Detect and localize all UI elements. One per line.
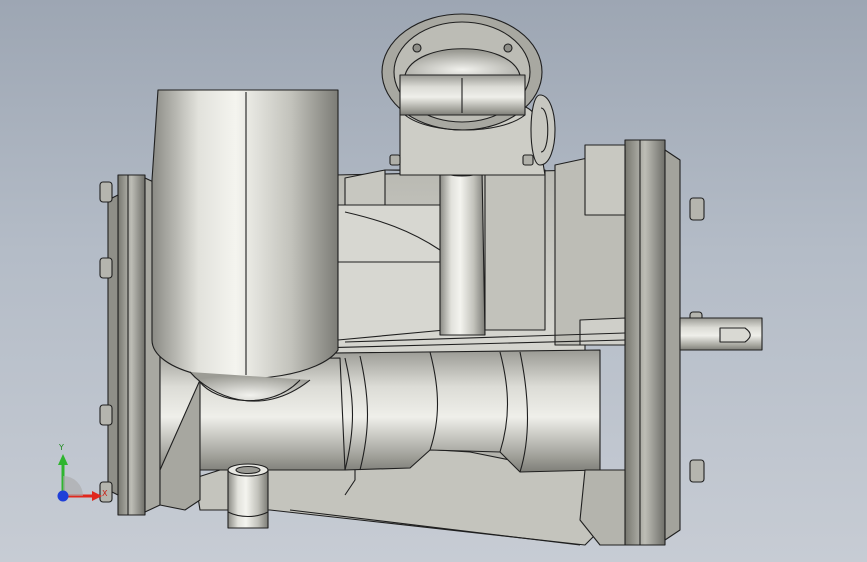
pump-model[interactable] xyxy=(0,0,867,562)
center-column xyxy=(439,161,486,336)
right-flange xyxy=(624,139,666,546)
left-flange xyxy=(117,174,146,516)
x-axis-label: X xyxy=(102,489,108,498)
drain-pipe xyxy=(227,469,269,529)
intake-cylinder xyxy=(151,89,339,380)
lifting-lug xyxy=(530,94,556,166)
graphics-viewport[interactable]: Y X xyxy=(0,0,867,562)
outlet-flange xyxy=(381,13,543,131)
y-axis-label: Y xyxy=(59,443,64,452)
z-axis-dot xyxy=(57,490,69,502)
